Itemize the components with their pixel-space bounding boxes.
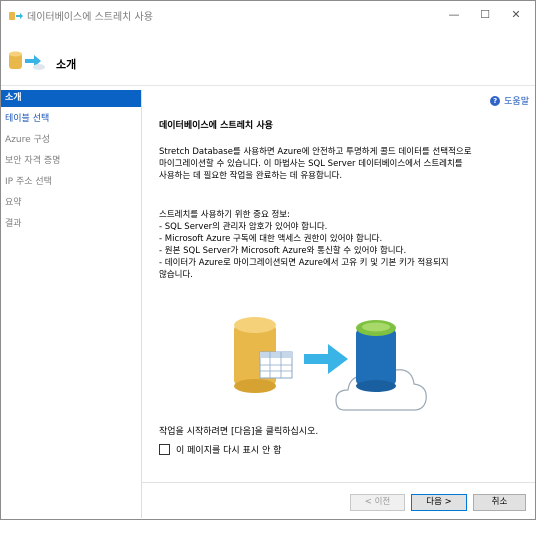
previous-button[interactable]: < 이전 [350,494,405,511]
info-line: - SQL Server의 관리자 암호가 있어야 합니다. [159,222,328,232]
info-line: - 데이터가 Azure로 마이그레이션되면 Azure에서 고유 키 및 기본… [159,258,449,268]
help-label: 도움말 [504,97,529,107]
wizard-content: ? 도움말 데이터베이스에 스트레치 사용 Stretch Database를 … [142,86,535,518]
close-button[interactable]: ✕ [501,4,531,26]
sidebar-item-select-tables[interactable]: 테이블 선택 [1,111,141,128]
info-line: 않습니다. [159,270,193,280]
dont-show-again-label[interactable]: 이 페이지를 다시 표시 안 함 [176,443,281,456]
title-bar: 데이터베이스에 스트레치 사용 — ☐ ✕ [1,1,535,29]
info-title: 스트레치를 사용하기 위한 중요 정보: [159,210,290,220]
migrate-arrow-icon [304,344,348,374]
window-title: 데이터베이스에 스트레치 사용 [27,12,153,23]
dont-show-again-checkbox[interactable] [159,444,170,455]
page-title: 소개 [56,58,77,71]
intro-line: Stretch Database를 사용하면 Azure에 안전하고 투명하게 … [159,147,472,157]
info-line: - 원본 SQL Server가 Microsoft Azure와 통신할 수 … [159,246,407,256]
sidebar-item-configure-azure: Azure 구성 [5,135,51,145]
help-link[interactable]: ? 도움말 [490,94,529,107]
intro-line: 마이그레이션할 수 있습니다. 이 마법사는 SQL Server 데이터베이스… [159,159,463,169]
next-button[interactable]: 다음 > [411,494,467,511]
info-paragraph: 스트레치를 사용하기 위한 중요 정보: - SQL Server의 관리자 암… [159,209,509,281]
minimize-button[interactable]: — [439,4,469,26]
cancel-button[interactable]: 취소 [473,494,526,511]
maximize-button[interactable]: ☐ [470,4,500,26]
intro-paragraph: Stretch Database를 사용하면 Azure에 안전하고 투명하게 … [159,146,509,182]
dont-show-again-row[interactable]: 이 페이지를 다시 표시 안 함 [159,443,281,456]
stretch-db-app-icon [9,12,23,20]
info-line: - Microsoft Azure 구독에 대한 액세스 권한이 있어야 합니다… [159,234,383,244]
sidebar-item-intro[interactable]: 소개 [1,90,141,107]
stretch-db-icon [9,51,45,70]
wizard-header: 소개 [1,29,535,86]
wizard-window: 데이터베이스에 스트레치 사용 — ☐ ✕ 소개 소개 테이블 선택 Azure… [0,0,536,520]
sidebar-item-summary: 요약 [5,198,22,208]
azure-database-icon [356,320,396,392]
sidebar-item-secure-credentials: 보안 자격 증명 [5,156,61,166]
content-heading: 데이터베이스에 스트레치 사용 [159,121,273,131]
sidebar-item-select-ip: IP 주소 선택 [5,177,52,187]
help-icon: ? [490,95,501,106]
local-database-icon [234,317,293,393]
footer-divider [142,482,535,483]
start-instruction: 작업을 시작하려면 [다음]을 클릭하십시오. [159,427,319,437]
wizard-steps-sidebar: 소개 테이블 선택 Azure 구성 보안 자격 증명 IP 주소 선택 요약 … [1,90,142,518]
sidebar-item-results: 결과 [5,219,22,229]
stretch-illustration [234,317,427,411]
intro-line: 사용하는 데 필요한 작업을 완료하는 데 유용합니다. [159,171,343,181]
